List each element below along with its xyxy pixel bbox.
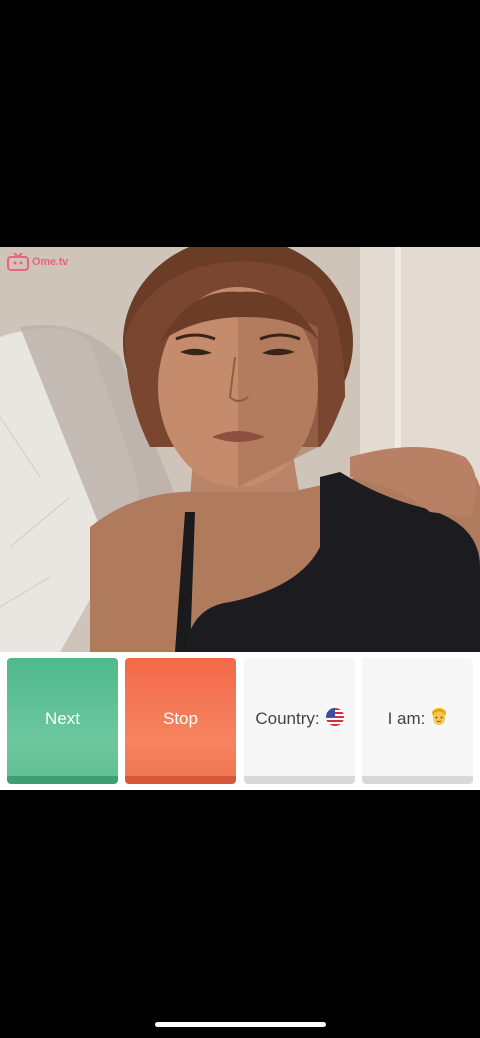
person-emoji-icon [431, 707, 447, 731]
stop-button[interactable]: Stop [125, 658, 236, 784]
app-screen: Ome.tv Next Stop Country: I am: [0, 0, 480, 1038]
next-button[interactable]: Next [7, 658, 118, 784]
logo-text: Ome.tv [32, 256, 69, 268]
i-am-label: I am: [387, 709, 426, 728]
tv-logo-icon [7, 253, 29, 271]
country-selector-button[interactable]: Country: [244, 658, 355, 784]
video-frame-image [0, 247, 480, 652]
next-button-label: Next [45, 709, 80, 728]
video-feed: Ome.tv [0, 247, 480, 652]
stop-button-label: Stop [163, 709, 198, 728]
country-label: Country: [255, 709, 320, 728]
ometv-logo: Ome.tv [7, 253, 68, 271]
i-am-selector-button[interactable]: I am: [362, 658, 473, 784]
home-indicator[interactable] [155, 1022, 326, 1027]
us-flag-icon [325, 707, 344, 731]
control-bar: Next Stop Country: I am: [0, 652, 480, 790]
